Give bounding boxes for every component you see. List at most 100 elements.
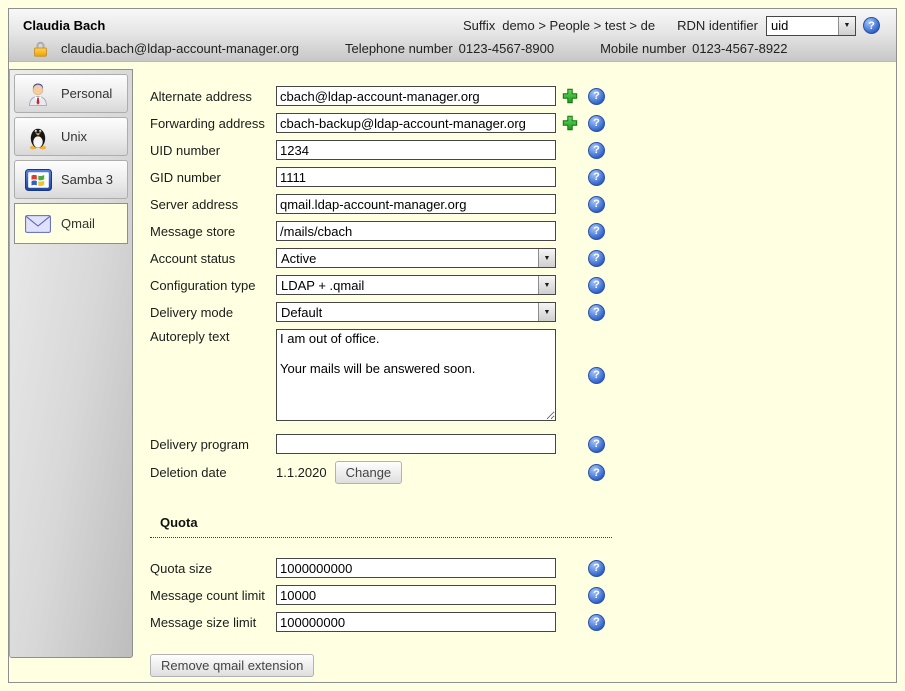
row-remove-extension: Remove qmail extension xyxy=(150,654,612,677)
chevron-down-icon[interactable]: ▼ xyxy=(538,303,555,321)
row-account-status: Account status Active ▼ ? xyxy=(150,248,612,268)
row-configuration-type: Configuration type LDAP + .qmail ▼ ? xyxy=(150,275,612,295)
forwarding-address-label: Forwarding address xyxy=(150,116,276,131)
help-icon[interactable]: ? xyxy=(588,250,605,267)
title-bar-row1: Claudia Bach Suffix demo > People > test… xyxy=(9,9,896,35)
add-forwarding-address-button[interactable] xyxy=(556,114,584,132)
help-icon[interactable]: ? xyxy=(588,223,605,240)
tab-personal[interactable]: Personal xyxy=(14,74,128,113)
forwarding-address-input[interactable] xyxy=(276,113,556,133)
server-address-input[interactable] xyxy=(276,194,556,214)
tab-qmail[interactable]: Qmail xyxy=(14,203,128,244)
account-status-selected-value: Active xyxy=(277,251,538,266)
page: { "colors": { "page_background": "#ffffe… xyxy=(0,0,905,691)
help-icon[interactable]: ? xyxy=(588,436,605,453)
help-icon[interactable]: ? xyxy=(588,464,605,481)
lock-icon xyxy=(33,40,48,57)
deletion-date-value: 1.1.2020 xyxy=(276,465,327,480)
help-icon[interactable]: ? xyxy=(588,115,605,132)
autoreply-text-label: Autoreply text xyxy=(150,329,276,344)
quota-size-input[interactable] xyxy=(276,558,556,578)
title-bar-right: Suffix demo > People > test > de RDN ide… xyxy=(463,16,880,36)
page-body: Personal Unix xyxy=(9,62,896,682)
alternate-address-label: Alternate address xyxy=(150,89,276,104)
help-icon[interactable]: ? xyxy=(588,277,605,294)
rdn-identifier-label: RDN identifier xyxy=(677,18,758,33)
telephone-value: 0123-4567-8900 xyxy=(459,41,554,56)
telephone-label: Telephone number xyxy=(345,41,453,56)
delivery-mode-selected-value: Default xyxy=(277,305,538,320)
alternate-address-input[interactable] xyxy=(276,86,556,106)
configuration-type-selected-value: LDAP + .qmail xyxy=(277,278,538,293)
help-icon[interactable]: ? xyxy=(588,304,605,321)
chevron-down-icon[interactable]: ▼ xyxy=(538,276,555,294)
account-title: Claudia Bach xyxy=(23,18,105,33)
help-icon[interactable]: ? xyxy=(588,587,605,604)
tab-samba3[interactable]: Samba 3 xyxy=(14,160,128,199)
tab-unix-label: Unix xyxy=(61,129,87,144)
configuration-type-select[interactable]: LDAP + .qmail ▼ xyxy=(276,275,556,295)
account-editor-window: Claudia Bach Suffix demo > People > test… xyxy=(8,8,897,683)
row-gid-number: GID number ? xyxy=(150,167,612,187)
uid-number-input[interactable] xyxy=(276,140,556,160)
help-icon[interactable]: ? xyxy=(588,614,605,631)
chevron-down-icon[interactable]: ▼ xyxy=(838,17,855,35)
chevron-down-icon[interactable]: ▼ xyxy=(538,249,555,267)
title-bar: Claudia Bach Suffix demo > People > test… xyxy=(9,9,896,62)
row-quota-size: Quota size ? xyxy=(150,558,612,578)
server-address-label: Server address xyxy=(150,197,276,212)
delivery-mode-label: Delivery mode xyxy=(150,305,276,320)
rdn-identifier-selected-value: uid xyxy=(767,18,838,33)
quota-section-heading: Quota xyxy=(150,514,612,538)
quota-size-label: Quota size xyxy=(150,561,276,576)
windows-logo-icon xyxy=(23,166,53,194)
help-icon[interactable]: ? xyxy=(863,17,880,34)
module-tab-sidebar: Personal Unix xyxy=(9,69,133,658)
help-icon[interactable]: ? xyxy=(588,88,605,105)
quota-heading-text: Quota xyxy=(160,515,198,530)
message-store-label: Message store xyxy=(150,224,276,239)
tab-qmail-label: Qmail xyxy=(61,216,95,231)
mobile-info: Mobile number 0123-4567-8922 xyxy=(600,41,787,56)
row-message-count-limit: Message count limit ? xyxy=(150,585,612,605)
mobile-label: Mobile number xyxy=(600,41,686,56)
autoreply-text-area[interactable]: I am out of office. Your mails will be a… xyxy=(276,329,556,421)
account-status-select[interactable]: Active ▼ xyxy=(276,248,556,268)
remove-qmail-extension-button[interactable]: Remove qmail extension xyxy=(150,654,314,677)
telephone-info: Telephone number 0123-4567-8900 xyxy=(345,41,554,56)
rdn-identifier-select[interactable]: uid ▼ xyxy=(766,16,856,36)
row-forwarding-address: Forwarding address ? xyxy=(150,113,612,133)
delivery-mode-select[interactable]: Default ▼ xyxy=(276,302,556,322)
message-count-limit-label: Message count limit xyxy=(150,588,276,603)
row-delivery-mode: Delivery mode Default ▼ ? xyxy=(150,302,612,322)
message-store-input[interactable] xyxy=(276,221,556,241)
help-icon[interactable]: ? xyxy=(588,560,605,577)
configuration-type-label: Configuration type xyxy=(150,278,276,293)
tab-samba3-label: Samba 3 xyxy=(61,172,113,187)
message-size-limit-label: Message size limit xyxy=(150,615,276,630)
help-icon[interactable]: ? xyxy=(588,169,605,186)
row-message-size-limit: Message size limit ? xyxy=(150,612,612,632)
account-status-label: Account status xyxy=(150,251,276,266)
plus-icon xyxy=(561,114,579,132)
plus-icon xyxy=(561,87,579,105)
delivery-program-input[interactable] xyxy=(276,434,556,454)
uid-number-label: UID number xyxy=(150,143,276,158)
tab-unix[interactable]: Unix xyxy=(14,117,128,156)
gid-number-input[interactable] xyxy=(276,167,556,187)
tab-personal-label: Personal xyxy=(61,86,112,101)
help-icon[interactable]: ? xyxy=(588,142,605,159)
suffix-label: Suffix xyxy=(463,18,495,33)
change-deletion-date-button[interactable]: Change xyxy=(335,461,403,484)
row-server-address: Server address ? xyxy=(150,194,612,214)
add-alternate-address-button[interactable] xyxy=(556,87,584,105)
message-count-limit-input[interactable] xyxy=(276,585,556,605)
row-deletion-date: Deletion date 1.1.2020 Change ? xyxy=(150,461,612,484)
mobile-value: 0123-4567-8922 xyxy=(692,41,787,56)
suffix-value: demo > People > test > de xyxy=(502,18,655,33)
help-icon[interactable]: ? xyxy=(588,367,605,384)
help-icon[interactable]: ? xyxy=(588,196,605,213)
message-size-limit-input[interactable] xyxy=(276,612,556,632)
title-bar-row2: claudia.bach@ldap-account-manager.org Te… xyxy=(9,35,896,57)
envelope-icon xyxy=(23,210,53,238)
